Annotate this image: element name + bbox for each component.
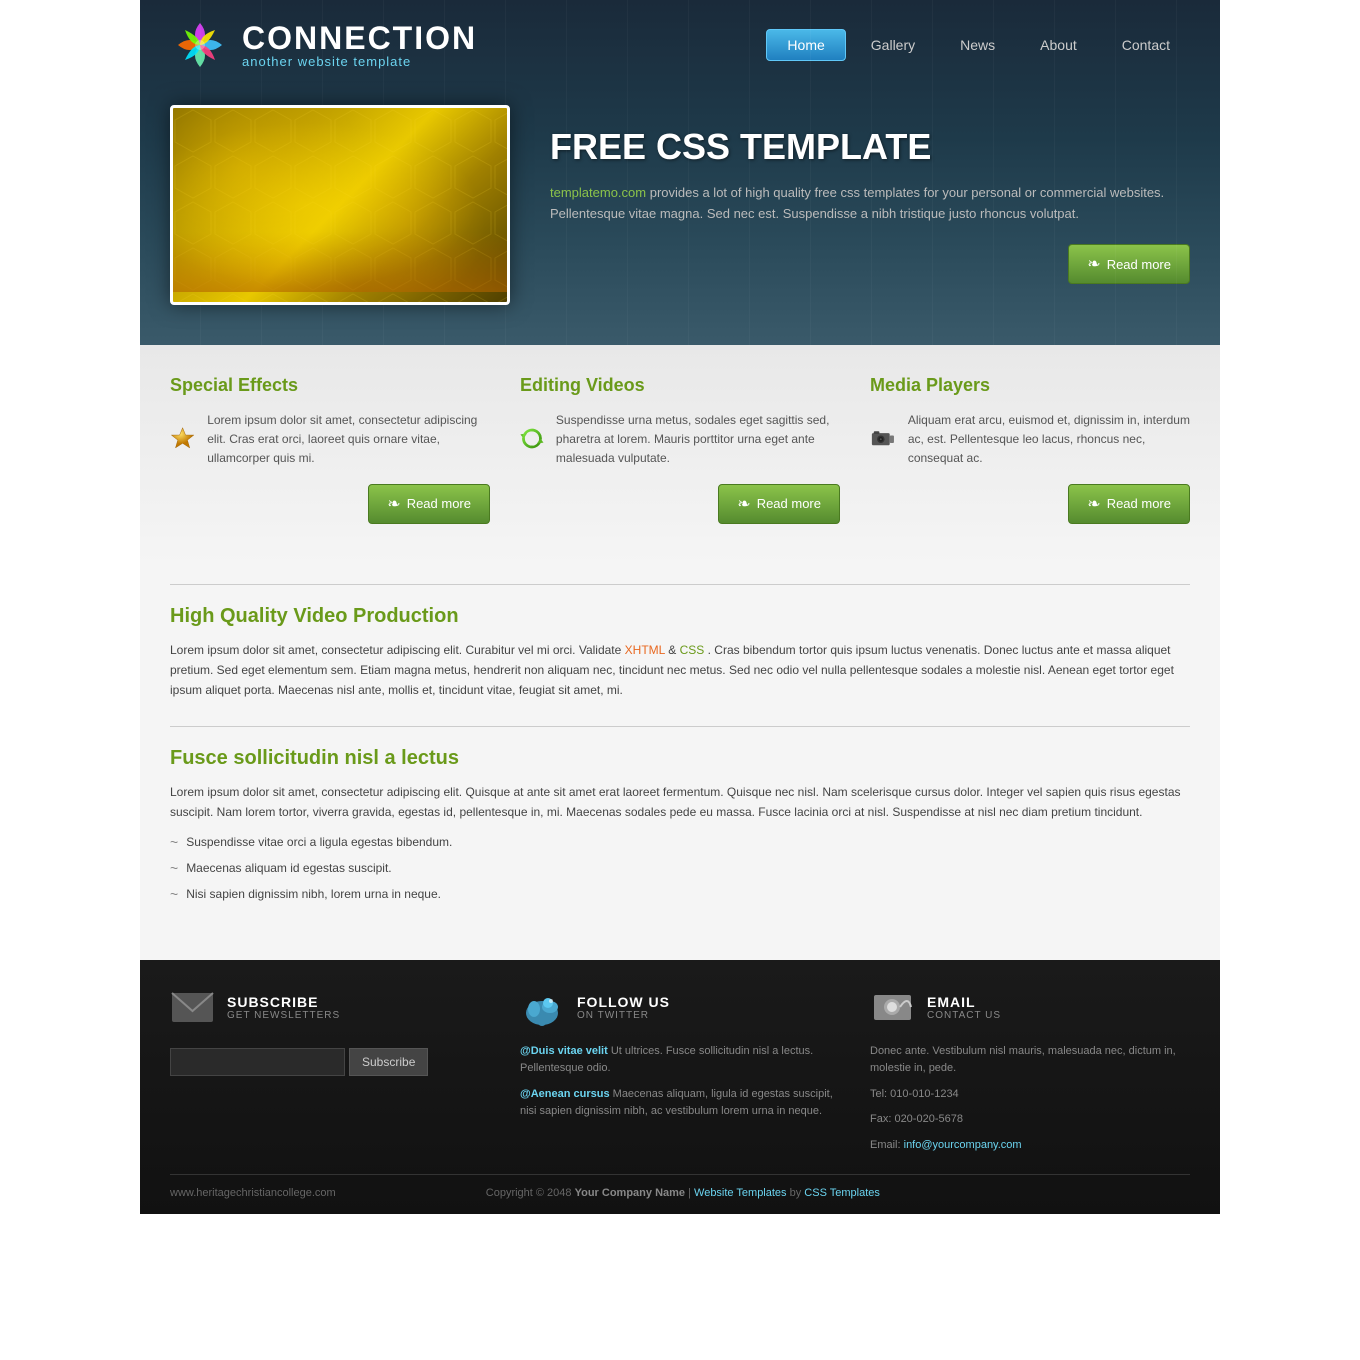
email-body: Donec ante. Vestibulum nisl mauris, male… (870, 1043, 1190, 1078)
feature-1-read-more[interactable]: Read more (368, 484, 490, 524)
subscribe-button[interactable]: Subscribe (349, 1048, 428, 1076)
bullet-1: Suspendisse vitae orci a ligula egestas … (170, 833, 1190, 853)
refresh-icon (520, 411, 544, 466)
nav-gallery[interactable]: Gallery (851, 30, 935, 60)
footer-bottom: www.heritagechristiancollege.com Copyrig… (170, 1174, 1190, 1199)
header-top: CONNECTION another website template Home… (140, 0, 1220, 85)
section-video-production: High Quality Video Production Lorem ipsu… (170, 605, 1190, 701)
follow-title: FOLLOW US (577, 994, 670, 1010)
website-templates-link[interactable]: Website Templates (694, 1187, 787, 1199)
follow-sub: ON TWITTER (577, 1010, 670, 1021)
main-content: High Quality Video Production Lorem ipsu… (140, 564, 1220, 960)
features-grid: Special Effects Lorem ipsum dolor sit am… (170, 375, 1190, 524)
section-1-body: Lorem ipsum dolor sit amet, consectetur … (170, 640, 1190, 701)
features-section: Special Effects Lorem ipsum dolor sit am… (140, 345, 1220, 564)
hero-read-more-btn[interactable]: Read more (1068, 244, 1190, 284)
feature-2-title: Editing Videos (520, 375, 840, 396)
xhtml-link[interactable]: XHTML (625, 643, 665, 657)
feature-3-read-more[interactable]: Read more (1068, 484, 1190, 524)
feature-1-body: Lorem ipsum dolor sit amet, consectetur … (170, 411, 490, 469)
footer: SUBSCRIBE GET NEWSLETTERS Subscribe (140, 960, 1220, 1215)
camera-icon (870, 411, 896, 466)
hero-section: FREE CSS TEMPLATE templatemo.com provide… (140, 85, 1220, 345)
nav-about[interactable]: About (1020, 30, 1097, 60)
feature-1-title: Special Effects (170, 375, 490, 396)
feature-1-text: Lorem ipsum dolor sit amet, consectetur … (207, 411, 490, 469)
section-1-title: High Quality Video Production (170, 605, 1190, 628)
css-link[interactable]: CSS (680, 643, 705, 657)
twitter-icon (520, 985, 565, 1030)
main-nav: Home Gallery News About Contact (766, 29, 1190, 61)
logo-area: CONNECTION another website template (170, 15, 477, 75)
section-2-body: Lorem ipsum dolor sit amet, consectetur … (170, 782, 1190, 823)
subscribe-title: SUBSCRIBE (227, 994, 340, 1010)
hero-image (170, 105, 510, 305)
email-tel: Tel: 010-010-1234 (870, 1086, 1190, 1104)
email-title: EMAIL (927, 994, 1001, 1010)
feature-2-text: Suspendisse urna metus, sodales eget sag… (556, 411, 840, 469)
hero-body: templatemo.com provides a lot of high qu… (550, 183, 1190, 225)
footer-follow: FOLLOW US ON TWITTER @Duis vitae velit U… (520, 985, 840, 1155)
divider-2 (170, 726, 1190, 727)
site-url: www.heritagechristiancollege.com (170, 1187, 336, 1199)
hero-text: FREE CSS TEMPLATE templatemo.com provide… (550, 126, 1190, 285)
bullet-list: Suspendisse vitae orci a ligula egestas … (170, 833, 1190, 905)
footer-subscribe-header: SUBSCRIBE GET NEWSLETTERS (170, 985, 490, 1030)
footer-grid: SUBSCRIBE GET NEWSLETTERS Subscribe (170, 985, 1190, 1155)
footer-subscribe: SUBSCRIBE GET NEWSLETTERS Subscribe (170, 985, 490, 1155)
feature-2-body: Suspendisse urna metus, sodales eget sag… (520, 411, 840, 469)
feature-3-title: Media Players (870, 375, 1190, 396)
follow-post2: @Aenean cursus Maecenas aliquam, ligula … (520, 1086, 840, 1121)
feature-3-text: Aliquam erat arcu, euismod et, dignissim… (908, 411, 1190, 469)
section-fusce: Fusce sollicitudin nisl a lectus Lorem i… (170, 747, 1190, 905)
footer-follow-header: FOLLOW US ON TWITTER (520, 985, 840, 1030)
email-contact: Email: info@yourcompany.com (870, 1137, 1190, 1155)
nav-news[interactable]: News (940, 30, 1015, 60)
css-templates-link[interactable]: CSS Templates (804, 1187, 880, 1199)
section-2-title: Fusce sollicitudin nisl a lectus (170, 747, 1190, 770)
follow-post1-link[interactable]: @Duis vitae velit (520, 1045, 608, 1057)
footer-email-header: EMAIL CONTACT US (870, 985, 1190, 1030)
envelope-icon (170, 985, 215, 1030)
email-icon (870, 985, 915, 1030)
copyright: Copyright © 2048 Your Company Name | Web… (486, 1187, 880, 1199)
site-tagline: another website template (242, 54, 477, 69)
site-name: CONNECTION (242, 22, 477, 54)
email-addr[interactable]: info@yourcompany.com (904, 1139, 1022, 1151)
footer-email: EMAIL CONTACT US Donec ante. Vestibulum … (870, 985, 1190, 1155)
hero-title: FREE CSS TEMPLATE (550, 126, 1190, 168)
feature-editing-videos: Editing Videos Suspendisse urna metu (520, 375, 840, 524)
nav-home[interactable]: Home (766, 29, 845, 61)
logo-text: CONNECTION another website template (242, 22, 477, 69)
feature-special-effects: Special Effects Lorem ipsum dolor sit am… (170, 375, 490, 524)
hero-link[interactable]: templatemo.com (550, 185, 646, 200)
email-sub: CONTACT US (927, 1010, 1001, 1021)
email-fax: Fax: 020-020-5678 (870, 1111, 1190, 1129)
bullet-3: Nisi sapien dignissim nibh, lorem urna i… (170, 885, 1190, 905)
header: CONNECTION another website template Home… (140, 0, 1220, 345)
logo-icon (170, 15, 230, 75)
feature-media-players: Media Players Aliquam erat arcu, euismod… (870, 375, 1190, 524)
bullet-2: Maecenas aliquam id egestas suscipit. (170, 859, 1190, 879)
email-label: Email: (870, 1139, 901, 1151)
subscribe-sub: GET NEWSLETTERS (227, 1010, 340, 1021)
follow-post2-link[interactable]: @Aenean cursus (520, 1088, 610, 1100)
nav-contact[interactable]: Contact (1102, 30, 1190, 60)
follow-post1: @Duis vitae velit Ut ultrices. Fusce sol… (520, 1043, 840, 1078)
star-icon (170, 411, 195, 466)
subscribe-input[interactable] (170, 1048, 345, 1076)
divider-1 (170, 584, 1190, 585)
feature-3-body: Aliquam erat arcu, euismod et, dignissim… (870, 411, 1190, 469)
feature-2-read-more[interactable]: Read more (718, 484, 840, 524)
